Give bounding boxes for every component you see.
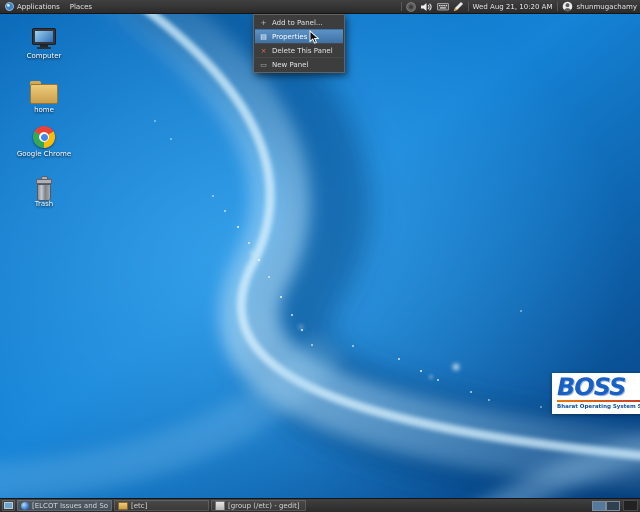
menu-item-delete-this-panel[interactable]: × Delete This Panel xyxy=(255,43,343,57)
desktop[interactable]: Computer home Google Chrome Trash BOSS B… xyxy=(0,14,640,498)
workspace-2[interactable] xyxy=(606,501,620,511)
chrome-icon xyxy=(33,126,55,148)
home-folder-icon xyxy=(30,84,58,104)
panel-separator xyxy=(468,2,469,11)
top-panel: Applications Places xyxy=(0,0,640,14)
menu-item-new-panel[interactable]: ▭ New Panel xyxy=(255,57,343,71)
taskbar-window-elcot[interactable]: [ELCOT Issues and So... xyxy=(17,500,112,511)
desktop-icon-label: Trash xyxy=(35,200,54,208)
new-panel-icon: ▭ xyxy=(259,61,268,69)
desktop-icon-chrome[interactable]: Google Chrome xyxy=(12,126,76,158)
desktop-icon-home[interactable]: home xyxy=(12,82,76,114)
delete-panel-icon: × xyxy=(259,47,268,55)
add-to-panel-icon: + xyxy=(259,19,268,27)
wallpaper-sparkle-glow xyxy=(0,14,2,16)
user-name[interactable]: shunmugachamy xyxy=(577,3,637,11)
folder-window-icon xyxy=(118,502,128,510)
task-label: [group (/etc) - gedit] xyxy=(228,502,300,510)
panel-separator xyxy=(401,2,402,11)
panel-context-menu: + Add to Panel... ▤ Properties × Delete … xyxy=(253,14,345,73)
wallpaper xyxy=(0,14,640,498)
taskbar-window-etc[interactable]: [etc] xyxy=(114,500,209,511)
input-pencil-icon[interactable] xyxy=(453,1,464,12)
menu-item-label: Properties xyxy=(272,33,307,41)
panel-separator xyxy=(557,2,558,11)
user-icon[interactable] xyxy=(562,1,573,12)
boss-branding: BOSS Bharat Operating System Solutions xyxy=(552,373,640,414)
desktop-icon-label: home xyxy=(34,106,54,114)
desktop-icon-computer[interactable]: Computer xyxy=(12,28,76,60)
workspace-switcher xyxy=(592,501,620,511)
task-label: [ELCOT Issues and So... xyxy=(32,502,108,510)
clock[interactable]: Wed Aug 21, 10:20 AM xyxy=(473,3,553,11)
places-menu-label: Places xyxy=(70,3,92,11)
menu-item-properties[interactable]: ▤ Properties xyxy=(255,29,343,43)
boss-logo-title: BOSS xyxy=(557,376,640,399)
bottom-panel-right xyxy=(592,500,638,511)
menu-item-label: Delete This Panel xyxy=(272,47,333,55)
mouse-cursor xyxy=(309,30,320,45)
menu-item-add-to-panel[interactable]: + Add to Panel... xyxy=(255,16,343,29)
menu-item-label: Add to Panel... xyxy=(272,19,323,27)
workspace-1[interactable] xyxy=(592,501,606,511)
computer-icon xyxy=(31,28,57,50)
applications-menu-label: Applications xyxy=(17,3,60,11)
panel-tray: Wed Aug 21, 10:20 AM shunmugachamy xyxy=(401,1,640,12)
panel-applet[interactable] xyxy=(623,500,638,511)
applications-menu[interactable]: Applications xyxy=(0,0,65,13)
trash-icon xyxy=(35,176,53,198)
desktop-screen: Applications Places xyxy=(0,0,640,512)
gedit-window-icon xyxy=(215,501,225,511)
desktop-icon-label: Google Chrome xyxy=(17,150,71,158)
status-icon[interactable] xyxy=(406,2,416,12)
bottom-panel: [ELCOT Issues and So... [etc] [group (/e… xyxy=(0,498,640,512)
keyboard-indicator-icon[interactable] xyxy=(437,2,449,11)
properties-icon: ▤ xyxy=(259,33,268,41)
browser-window-icon xyxy=(21,502,29,510)
show-desktop-button[interactable] xyxy=(2,500,15,511)
boss-logo-subtitle: Bharat Operating System Solutions xyxy=(557,404,640,410)
menu-item-label: New Panel xyxy=(272,61,308,69)
volume-icon[interactable] xyxy=(420,2,433,12)
distro-logo-icon xyxy=(5,2,14,11)
task-label: [etc] xyxy=(131,502,147,510)
places-menu[interactable]: Places xyxy=(65,0,97,13)
desktop-icon-trash[interactable]: Trash xyxy=(12,176,76,208)
desktop-icon-label: Computer xyxy=(27,52,62,60)
taskbar-window-gedit[interactable]: [group (/etc) - gedit] xyxy=(211,500,306,511)
show-desktop-icon xyxy=(4,502,13,510)
